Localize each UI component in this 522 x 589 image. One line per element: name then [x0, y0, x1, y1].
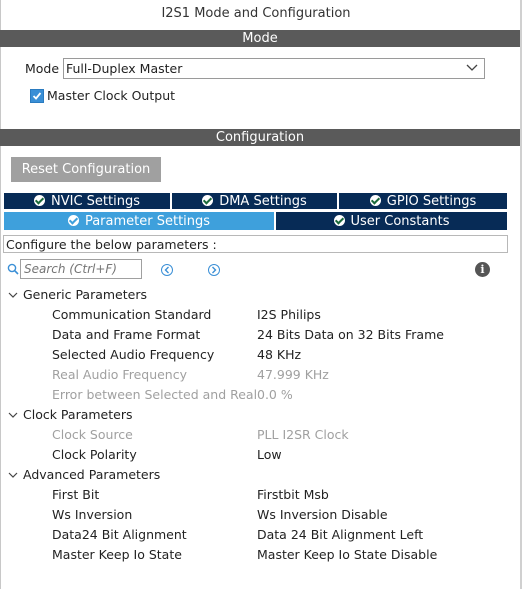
mode-section-header: Mode [0, 30, 520, 47]
master-clock-output-checkbox[interactable] [30, 89, 44, 103]
chevron-down-icon [466, 64, 478, 71]
mode-select[interactable]: Full-Duplex Master [63, 58, 485, 79]
chevron-right-icon [212, 266, 217, 274]
search-previous-icon[interactable] [161, 264, 173, 276]
param-name: Clock Polarity [52, 447, 137, 462]
checkmark-icon [32, 92, 42, 100]
chevron-down-icon [8, 292, 18, 298]
check-circle-icon [34, 195, 45, 206]
param-row[interactable]: Ws Inversion Ws Inversion Disable [0, 507, 510, 527]
param-value[interactable]: I2S Philips [257, 307, 321, 322]
param-row[interactable]: Communication Standard I2S Philips [0, 307, 510, 327]
param-name: Real Audio Frequency [52, 367, 187, 382]
param-value[interactable]: Low [257, 447, 282, 462]
tab-label: User Constants [350, 214, 450, 229]
param-value: 0.0 % [257, 387, 293, 402]
check-circle-icon [202, 195, 214, 206]
param-row: Real Audio Frequency 47.999 KHz [0, 367, 510, 387]
param-value[interactable]: 48 KHz [257, 347, 301, 362]
group-clock-parameters[interactable]: Clock Parameters [8, 407, 132, 422]
group-label: Generic Parameters [23, 287, 147, 302]
param-value[interactable]: Ws Inversion Disable [257, 507, 388, 522]
configuration-section-header: Configuration [0, 129, 520, 146]
param-name: Ws Inversion [52, 507, 133, 522]
param-value[interactable]: Firstbit Msb [257, 487, 329, 502]
chevron-left-icon [164, 266, 169, 274]
param-value[interactable]: 24 Bits Data on 32 Bits Frame [257, 327, 444, 342]
param-row[interactable]: First Bit Firstbit Msb [0, 487, 510, 507]
tab-label: NVIC Settings [51, 194, 140, 209]
chevron-down-icon [8, 472, 18, 478]
param-name: First Bit [52, 487, 100, 502]
tab-label: GPIO Settings [386, 194, 477, 209]
reset-configuration-button[interactable]: Reset Configuration [11, 157, 161, 182]
tab-dma-settings[interactable]: DMA Settings [171, 192, 338, 210]
mode-label: Mode [25, 61, 60, 76]
param-row[interactable]: Clock Polarity Low [0, 447, 510, 467]
search-icon [7, 263, 19, 275]
param-row: Clock Source PLL I2SR Clock [0, 427, 510, 447]
tab-label: Parameter Settings [84, 214, 211, 229]
param-name: Clock Source [52, 427, 133, 442]
param-value: PLL I2SR Clock [257, 427, 349, 442]
window-title: I2S1 Mode and Configuration [161, 6, 351, 21]
check-circle-icon [369, 195, 381, 206]
tab-gpio-settings[interactable]: GPIO Settings [338, 192, 508, 210]
param-row[interactable]: Master Keep Io State Master Keep Io Stat… [0, 547, 510, 567]
param-row[interactable]: Selected Audio Frequency 48 KHz [0, 347, 510, 367]
search-field[interactable] [20, 259, 142, 279]
param-value: 47.999 KHz [257, 367, 329, 382]
master-clock-output-label: Master Clock Output [47, 88, 176, 103]
parameters-hint: Configure the below parameters : [3, 235, 508, 253]
param-name: Data and Frame Format [52, 327, 201, 342]
param-name: Communication Standard [52, 307, 212, 322]
group-generic-parameters[interactable]: Generic Parameters [8, 287, 147, 302]
tab-parameter-settings[interactable]: Parameter Settings [3, 211, 275, 231]
group-label: Clock Parameters [23, 407, 133, 422]
param-value[interactable]: Data 24 Bit Alignment Left [257, 527, 423, 542]
mode-select-value: Full-Duplex Master [66, 61, 183, 76]
tab-user-constants[interactable]: User Constants [275, 211, 508, 231]
param-name: Master Keep Io State [52, 547, 182, 562]
info-icon[interactable]: i [475, 262, 490, 277]
param-name: Error between Selected and Real [52, 387, 258, 402]
param-name: Data24 Bit Alignment [52, 527, 187, 542]
param-row[interactable]: Data24 Bit Alignment Data 24 Bit Alignme… [0, 527, 510, 547]
param-name: Selected Audio Frequency [52, 347, 215, 362]
param-value[interactable]: Master Keep Io State Disable [257, 547, 437, 562]
chevron-down-icon [8, 412, 18, 418]
tab-label: DMA Settings [219, 194, 307, 209]
param-row[interactable]: Data and Frame Format 24 Bits Data on 32… [0, 327, 510, 347]
tab-nvic-settings[interactable]: NVIC Settings [3, 192, 171, 210]
search-next-icon[interactable] [208, 264, 220, 276]
group-label: Advanced Parameters [23, 467, 161, 482]
param-row: Error between Selected and Real 0.0 % [0, 387, 510, 407]
check-circle-icon [333, 215, 345, 226]
search-input[interactable] [24, 261, 138, 277]
check-circle-icon [67, 215, 79, 226]
group-advanced-parameters[interactable]: Advanced Parameters [8, 467, 160, 482]
